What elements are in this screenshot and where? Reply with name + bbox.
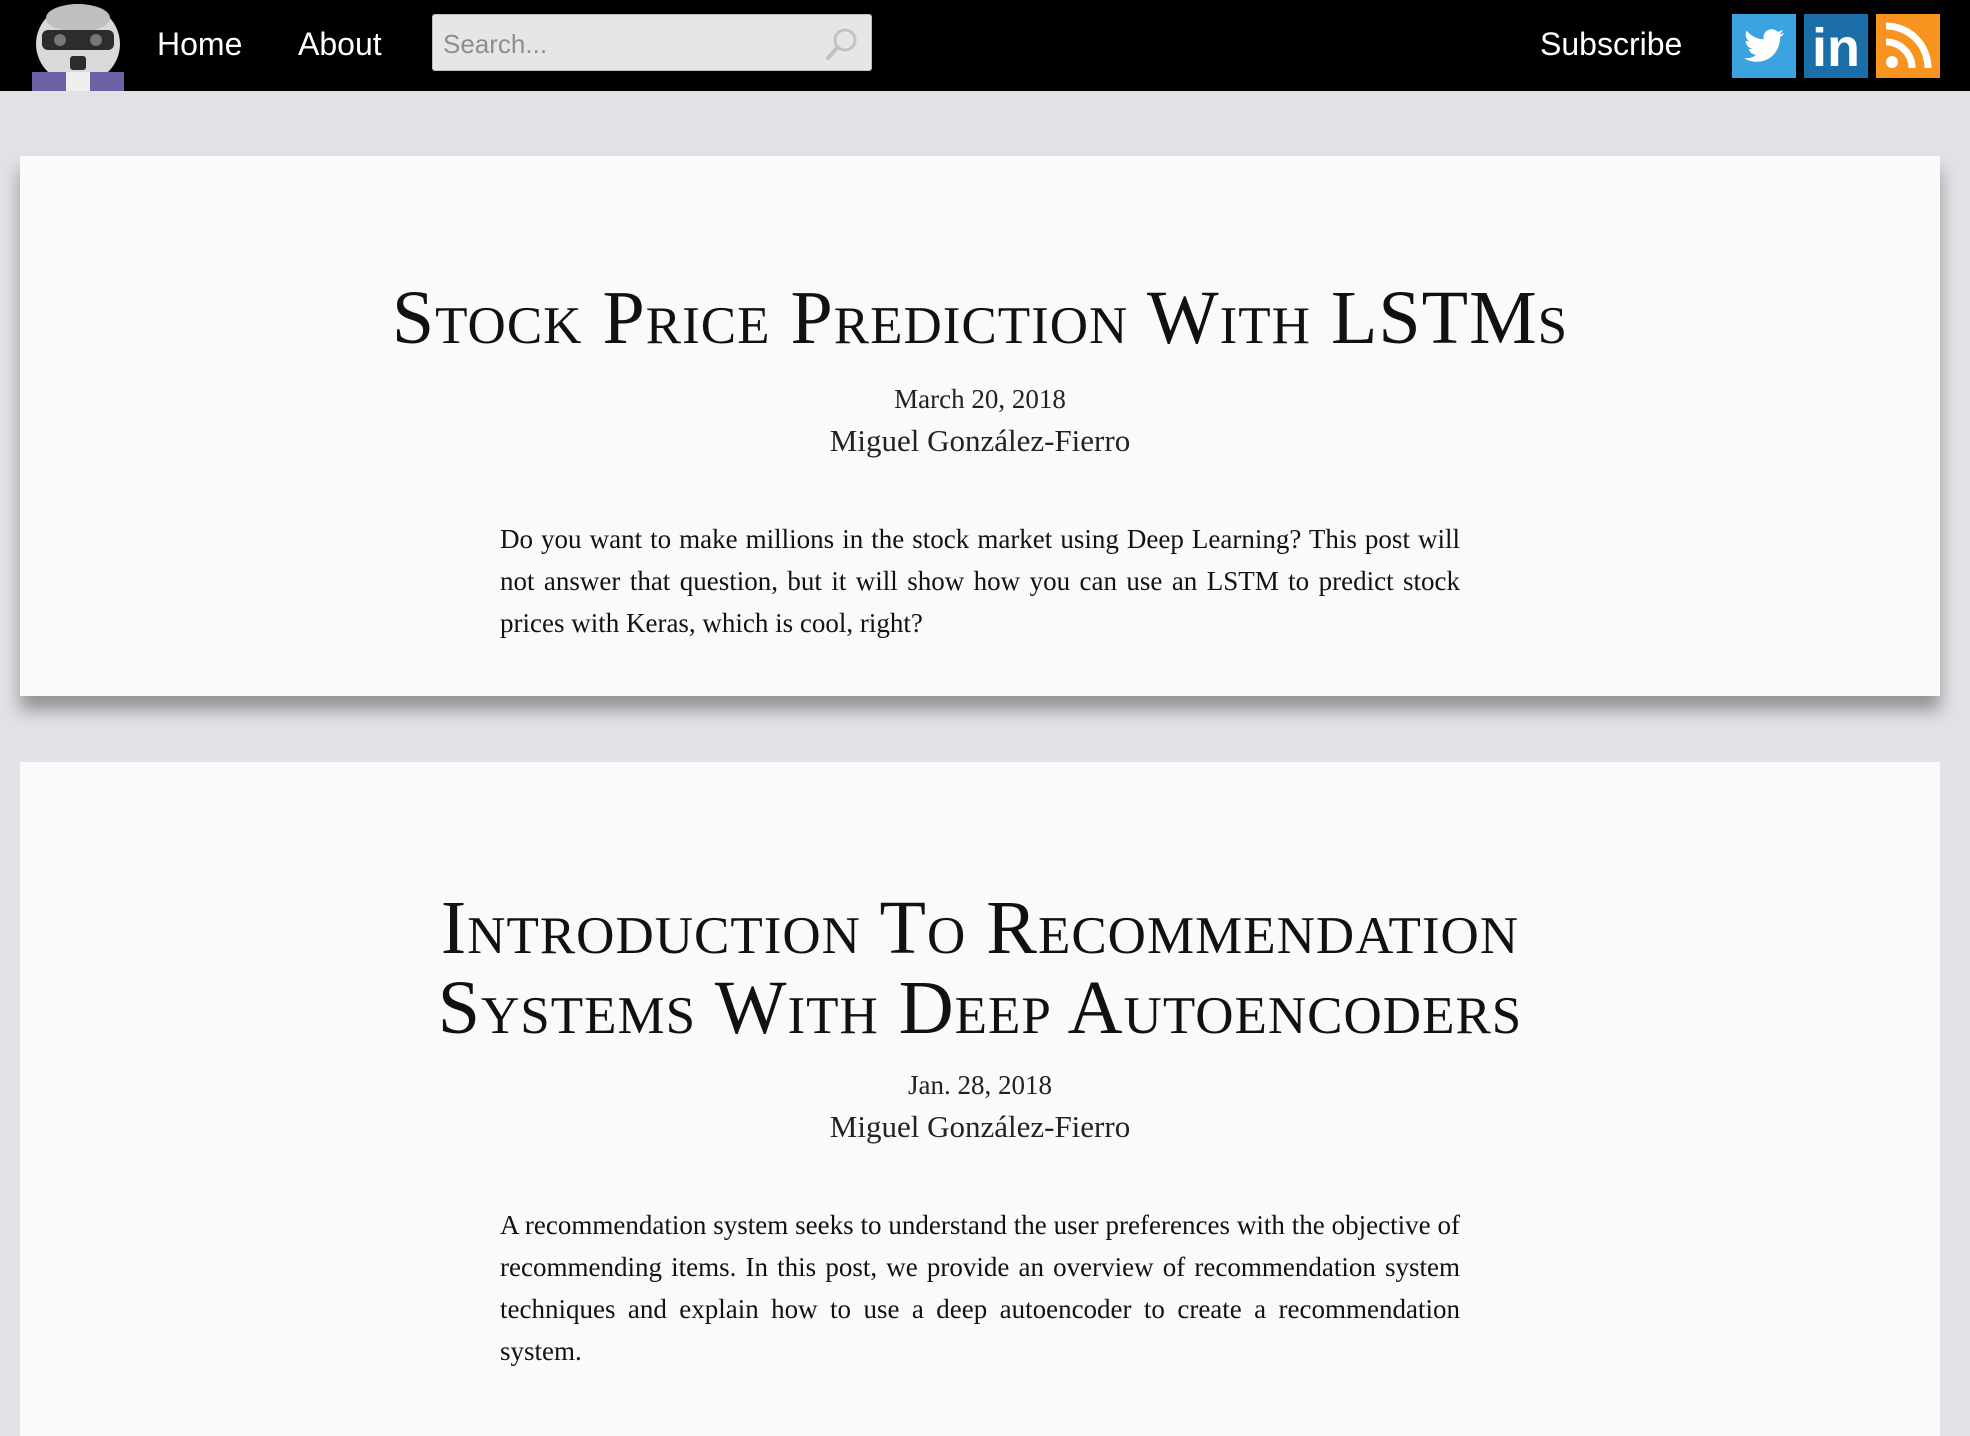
- search-box: [432, 14, 872, 71]
- top-navbar: Home About Subscribe in: [0, 0, 1970, 91]
- post-card: Stock Price Prediction With LSTMs March …: [20, 156, 1940, 696]
- post-title-line-2[interactable]: Systems With Deep Autoencoders: [20, 968, 1940, 1048]
- linkedin-button[interactable]: in: [1804, 14, 1868, 78]
- nav-subscribe-link[interactable]: Subscribe: [1540, 22, 1682, 66]
- rss-button[interactable]: [1876, 14, 1940, 78]
- svg-text:in: in: [1812, 18, 1860, 78]
- post-author: Miguel González-Fierro: [829, 1109, 1131, 1144]
- post-title-link[interactable]: Stock Price Prediction With LSTMs: [20, 278, 1940, 358]
- post-author: Miguel González-Fierro: [829, 423, 1131, 458]
- site-logo[interactable]: [22, 0, 134, 91]
- robot-logo-icon: [32, 4, 124, 91]
- nav-about-link[interactable]: About: [298, 22, 382, 66]
- nav-home-link[interactable]: Home: [157, 22, 242, 66]
- post-date: Jan. 28, 2018: [908, 1070, 1052, 1100]
- twitter-button[interactable]: [1732, 14, 1796, 78]
- post-excerpt: A recommendation system seeks to underst…: [500, 1210, 1460, 1366]
- search-input[interactable]: [441, 23, 805, 65]
- search-icon[interactable]: [823, 25, 861, 63]
- post-card: Introduction To Recommendation Systems W…: [20, 762, 1940, 1436]
- post-excerpt: Do you want to make millions in the stoc…: [500, 524, 1460, 638]
- post-title-line-1[interactable]: Introduction To Recommendation: [20, 888, 1940, 968]
- post-date: March 20, 2018: [894, 384, 1066, 414]
- linkedin-icon: in: [1812, 18, 1860, 78]
- rss-icon: [1885, 22, 1932, 69]
- twitter-icon: [1744, 29, 1785, 62]
